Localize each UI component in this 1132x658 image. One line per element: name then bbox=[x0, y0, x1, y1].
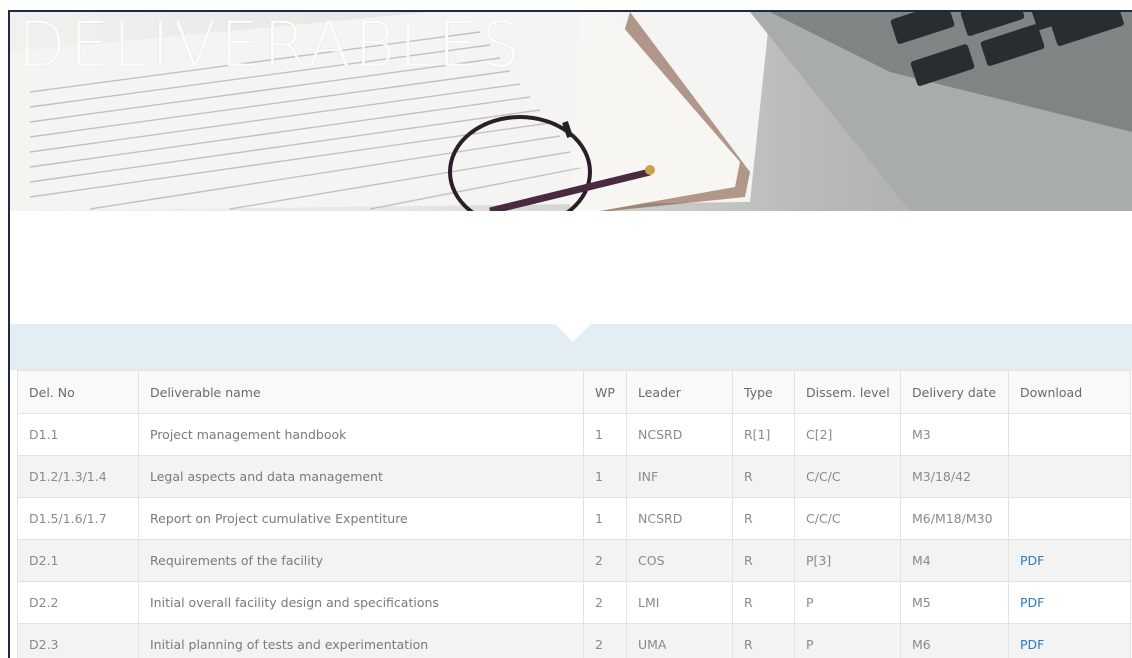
cell-del-no: D2.3 bbox=[17, 623, 139, 658]
cell-deliverable-name: Report on Project cumulative Expentiture bbox=[138, 497, 584, 540]
header-download: Download bbox=[1008, 370, 1131, 414]
cell-download bbox=[1008, 413, 1131, 456]
page-title: DELIVERABLES bbox=[18, 12, 524, 81]
header-type: Type bbox=[732, 370, 795, 414]
cell-leader: COS bbox=[626, 539, 733, 582]
cell-dissem-level: P[3] bbox=[794, 539, 901, 582]
pdf-download-link[interactable]: PDF bbox=[1020, 637, 1044, 652]
cell-del-no: D2.1 bbox=[17, 539, 139, 582]
header-wp: WP bbox=[583, 370, 627, 414]
cell-wp: 1 bbox=[583, 413, 627, 456]
cell-download: PDF bbox=[1008, 581, 1131, 624]
cell-type: R bbox=[732, 581, 795, 624]
cell-type: R bbox=[732, 539, 795, 582]
header-leader: Leader bbox=[626, 370, 733, 414]
header-dissem-level: Dissem. level bbox=[794, 370, 901, 414]
cell-wp: 2 bbox=[583, 539, 627, 582]
cell-leader: UMA bbox=[626, 623, 733, 658]
table-row: D1.2/1.3/1.4 Legal aspects and data mana… bbox=[17, 455, 1131, 498]
cell-download bbox=[1008, 497, 1131, 540]
hero-banner: DELIVERABLES bbox=[10, 12, 1132, 211]
cell-wp: 2 bbox=[583, 581, 627, 624]
deliverables-table: Del. No Deliverable name WP Leader Type … bbox=[17, 370, 1131, 658]
cell-del-no: D1.2/1.3/1.4 bbox=[17, 455, 139, 498]
header-del-no: Del. No bbox=[17, 370, 139, 414]
cell-leader: NCSRD bbox=[626, 497, 733, 540]
cell-deliverable-name: Initial overall facility design and spec… bbox=[138, 581, 584, 624]
cell-delivery-date: M6/M18/M30 bbox=[900, 497, 1009, 540]
cell-delivery-date: M4 bbox=[900, 539, 1009, 582]
cell-wp: 1 bbox=[583, 497, 627, 540]
deliverables-table-wrap: Del. No Deliverable name WP Leader Type … bbox=[17, 370, 1131, 658]
pdf-download-link[interactable]: PDF bbox=[1020, 595, 1044, 610]
cell-type: R[1] bbox=[732, 413, 795, 456]
cell-download bbox=[1008, 455, 1131, 498]
cell-dissem-level: C/C/C bbox=[794, 497, 901, 540]
cell-dissem-level: C[2] bbox=[794, 413, 901, 456]
table-row: D2.2 Initial overall facility design and… bbox=[17, 581, 1131, 624]
table-row: D1.1 Project management handbook 1 NCSRD… bbox=[17, 413, 1131, 456]
header-delivery-date: Delivery date bbox=[900, 370, 1009, 414]
cell-deliverable-name: Requirements of the facility bbox=[138, 539, 584, 582]
pdf-download-link[interactable]: PDF bbox=[1020, 553, 1044, 568]
cell-deliverable-name: Project management handbook bbox=[138, 413, 584, 456]
page-frame: DELIVERABLES Del. No Deliverable name WP… bbox=[8, 10, 1132, 658]
band-notch bbox=[555, 324, 591, 342]
cell-dissem-level: C/C/C bbox=[794, 455, 901, 498]
table-row: D1.5/1.6/1.7 Report on Project cumulativ… bbox=[17, 497, 1131, 540]
cell-del-no: D2.2 bbox=[17, 581, 139, 624]
cell-delivery-date: M3/18/42 bbox=[900, 455, 1009, 498]
cell-del-no: D1.5/1.6/1.7 bbox=[17, 497, 139, 540]
cell-download: PDF bbox=[1008, 539, 1131, 582]
cell-wp: 1 bbox=[583, 455, 627, 498]
cell-dissem-level: P bbox=[794, 623, 901, 658]
cell-type: R bbox=[732, 497, 795, 540]
table-row: D2.1 Requirements of the facility 2 COS … bbox=[17, 539, 1131, 582]
table-header-row: Del. No Deliverable name WP Leader Type … bbox=[17, 370, 1131, 414]
cell-leader: INF bbox=[626, 455, 733, 498]
cell-delivery-date: M6 bbox=[900, 623, 1009, 658]
header-deliverable-name: Deliverable name bbox=[138, 370, 584, 414]
cell-download: PDF bbox=[1008, 623, 1131, 658]
cell-leader: NCSRD bbox=[626, 413, 733, 456]
cell-del-no: D1.1 bbox=[17, 413, 139, 456]
cell-deliverable-name: Legal aspects and data management bbox=[138, 455, 584, 498]
cell-type: R bbox=[732, 455, 795, 498]
cell-wp: 2 bbox=[583, 623, 627, 658]
cell-dissem-level: P bbox=[794, 581, 901, 624]
cell-delivery-date: M3 bbox=[900, 413, 1009, 456]
cell-delivery-date: M5 bbox=[900, 581, 1009, 624]
cell-type: R bbox=[732, 623, 795, 658]
cell-deliverable-name: Initial planning of tests and experiment… bbox=[138, 623, 584, 658]
cell-leader: LMI bbox=[626, 581, 733, 624]
table-row: D2.3 Initial planning of tests and exper… bbox=[17, 623, 1131, 658]
